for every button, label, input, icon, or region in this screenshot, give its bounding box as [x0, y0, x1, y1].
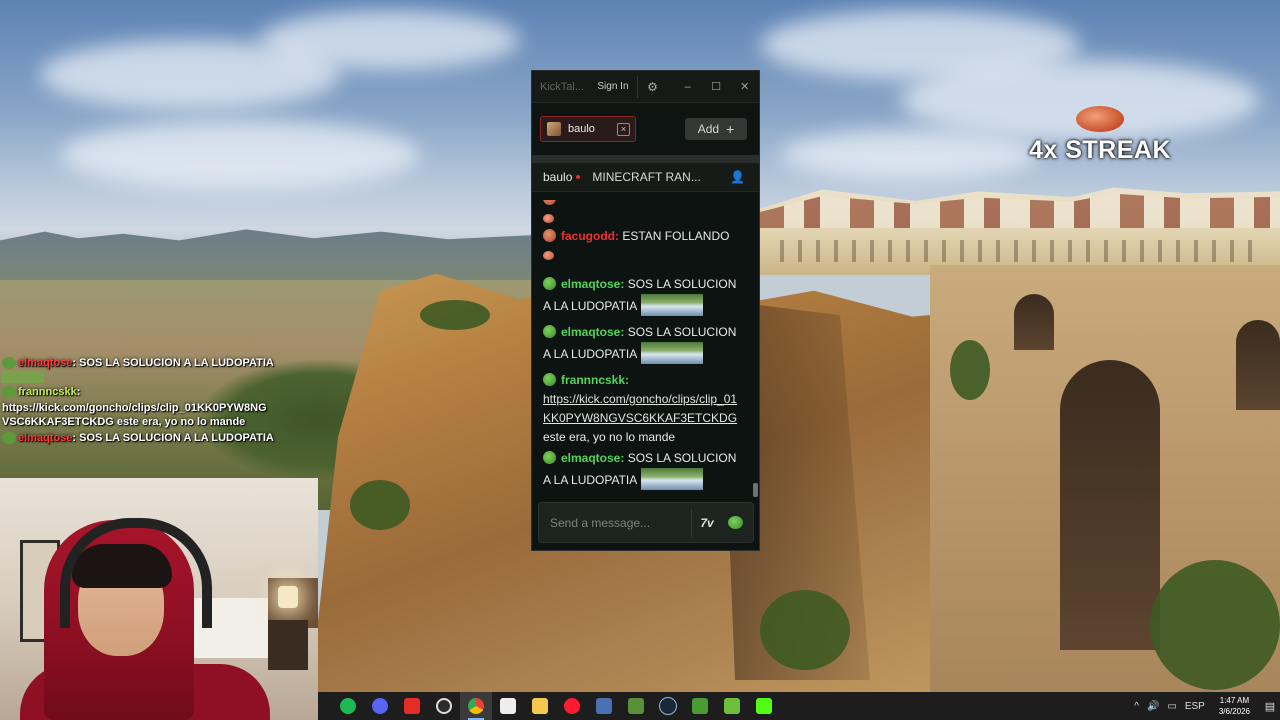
streak-emote-icon: [1076, 106, 1124, 132]
chat-message: elmaqtose: SOS LA SOLUCION A LA LUDOPATI…: [543, 323, 745, 364]
message-text: ESTAN FOLLANDO: [622, 229, 730, 243]
stream-overlay-chat: elmaqtose: SOS LA SOLUCION A LA LUDOPATI…: [2, 356, 302, 447]
minecraft-icon[interactable]: [716, 692, 748, 720]
spotify-icon[interactable]: [332, 692, 364, 720]
user-icon[interactable]: 👤: [730, 170, 745, 184]
pepe-badge-icon: [543, 373, 556, 386]
steam-app-icon[interactable]: [588, 692, 620, 720]
emote-icon: [543, 251, 554, 260]
tab-label: baulo: [568, 123, 595, 135]
plus-icon: +: [726, 121, 735, 137]
file-explorer-icon[interactable]: [524, 692, 556, 720]
youtube-music-icon[interactable]: [396, 692, 428, 720]
overlay-username: frannncskk: [18, 386, 77, 398]
close-tab-icon[interactable]: ×: [617, 122, 630, 136]
pepe-badge-icon: [2, 357, 16, 370]
obs-icon[interactable]: [428, 692, 460, 720]
notifications-icon[interactable]: ▤: [1260, 692, 1280, 720]
emote-icon: [543, 214, 554, 223]
app-title: KickTal...: [540, 80, 585, 93]
title-bar[interactable]: KickTal... Sign In ⚙ – ☐ ✕: [532, 71, 759, 103]
streak-label: 4x STREAK: [1028, 136, 1172, 164]
overlay-chat-line: elmaqtose: SOS LA SOLUCION A LA LUDOPATI…: [2, 356, 302, 383]
kick-icon[interactable]: [748, 692, 780, 720]
maximize-button[interactable]: ☐: [702, 80, 731, 93]
message-link[interactable]: https://kick.com/goncho/clips/clip_01KK0…: [543, 392, 737, 425]
channel-name[interactable]: baulo: [543, 170, 572, 184]
tab-baulo[interactable]: baulo ×: [540, 116, 636, 142]
steam-icon[interactable]: [652, 692, 684, 720]
taskbar: ^ 🔊 ▭ ESP 1:47 AM 3/6/2026 ▤: [318, 692, 1280, 720]
divider: [532, 155, 759, 163]
system-tray: ^ 🔊 ▭ ESP 1:47 AM 3/6/2026 ▤: [1130, 692, 1280, 720]
stream-title: MINECRAFT RAN...: [592, 170, 701, 184]
add-chatroom-button[interactable]: Add +: [685, 118, 747, 140]
app-icon[interactable]: [492, 692, 524, 720]
clock[interactable]: 1:47 AM 3/6/2026: [1219, 695, 1250, 717]
chat-message: frannncskk: https://kick.com/goncho/clip…: [543, 373, 738, 444]
kicktalk-window: KickTal... Sign In ⚙ – ☐ ✕ baulo × Add +…: [531, 70, 760, 551]
emote-icon: [641, 294, 704, 316]
message-username[interactable]: frannncskk: [561, 373, 625, 387]
chevron-up-icon[interactable]: ^: [1134, 701, 1139, 712]
emote-picker-button[interactable]: [722, 510, 748, 536]
chat-header: baulo MINECRAFT RAN... 👤: [532, 163, 759, 192]
headset-icon: [60, 518, 212, 628]
discord-icon[interactable]: [364, 692, 396, 720]
opera-icon[interactable]: [556, 692, 588, 720]
message-input[interactable]: Send a message...: [550, 516, 650, 530]
emote-icon: [641, 342, 704, 364]
network-icon[interactable]: ▭: [1167, 701, 1176, 712]
message-username[interactable]: elmaqtose: [561, 451, 620, 465]
gear-icon[interactable]: ⚙: [646, 80, 660, 94]
chatroom-tabs: baulo × Add +: [532, 103, 759, 155]
taskbar-apps: [332, 692, 780, 720]
seventv-emotes-button[interactable]: 7v: [692, 516, 722, 530]
overlay-username: elmaqtose: [18, 432, 73, 444]
overlay-message: : SOS LA SOLUCION A LA LUDOPATIA: [72, 432, 274, 444]
overlay-message: :: [76, 386, 81, 398]
pepe-badge-icon: [2, 432, 16, 445]
message-username[interactable]: facugodd: [561, 229, 615, 243]
message-text: este era, yo no lo mande: [543, 430, 676, 444]
emote-icon: [641, 468, 704, 490]
time: 1:47 AM: [1219, 696, 1250, 705]
webcam-feed: [0, 478, 318, 720]
chrome-icon[interactable]: [460, 692, 492, 720]
live-indicator-icon: [576, 175, 581, 179]
avatar: [547, 122, 561, 136]
pepe-badge-icon: [543, 277, 556, 290]
add-label: Add: [697, 122, 720, 136]
chat-message: elmaqtose: SOS LA SOLUCION A LA LUDOPATI…: [543, 275, 745, 316]
chat-messages[interactable]: facugodd: ESTAN FOLLANDO elmaqtose: SOS …: [532, 200, 754, 498]
overlay-chat-line: elmaqtose: SOS LA SOLUCION A LA LUDOPATI…: [2, 431, 302, 445]
subscriber-badge-icon: [543, 229, 556, 242]
chat-message: [543, 200, 745, 228]
emote-icon: [2, 371, 44, 383]
date: 3/6/2026: [1218, 707, 1250, 716]
chat-message: facugodd: ESTAN FOLLANDO: [543, 227, 745, 265]
pepe-badge-icon: [543, 451, 556, 464]
minecraft-launcher-icon[interactable]: [620, 692, 652, 720]
message-username[interactable]: elmaqtose: [561, 325, 620, 339]
pepe-emote-icon: [727, 516, 743, 529]
message-input-box[interactable]: Send a message... 7v: [538, 502, 754, 543]
divider: [636, 75, 638, 98]
overlay-chat-line: frannncskk:: [2, 385, 302, 399]
sign-in-button[interactable]: Sign In: [595, 81, 630, 92]
language-indicator[interactable]: ESP: [1185, 701, 1205, 712]
overlay-link-message: https://kick.com/goncho/clips/clip_01KK0…: [2, 402, 267, 428]
close-button[interactable]: ✕: [730, 80, 759, 93]
minimize-button[interactable]: –: [673, 81, 702, 93]
overlay-message: : SOS LA SOLUCION A LA LUDOPATIA: [72, 357, 274, 369]
scrollbar[interactable]: [753, 483, 758, 497]
subscriber-badge-icon: [543, 200, 556, 205]
pepe-badge-icon: [2, 386, 16, 399]
message-username[interactable]: elmaqtose: [561, 277, 620, 291]
pepe-badge-icon: [543, 325, 556, 338]
overlay-username: elmaqtose: [18, 357, 73, 369]
chat-message: elmaqtose: SOS LA SOLUCION A LA LUDOPATI…: [543, 449, 745, 490]
pepe-app-icon[interactable]: [684, 692, 716, 720]
speaker-icon[interactable]: 🔊: [1147, 701, 1159, 712]
